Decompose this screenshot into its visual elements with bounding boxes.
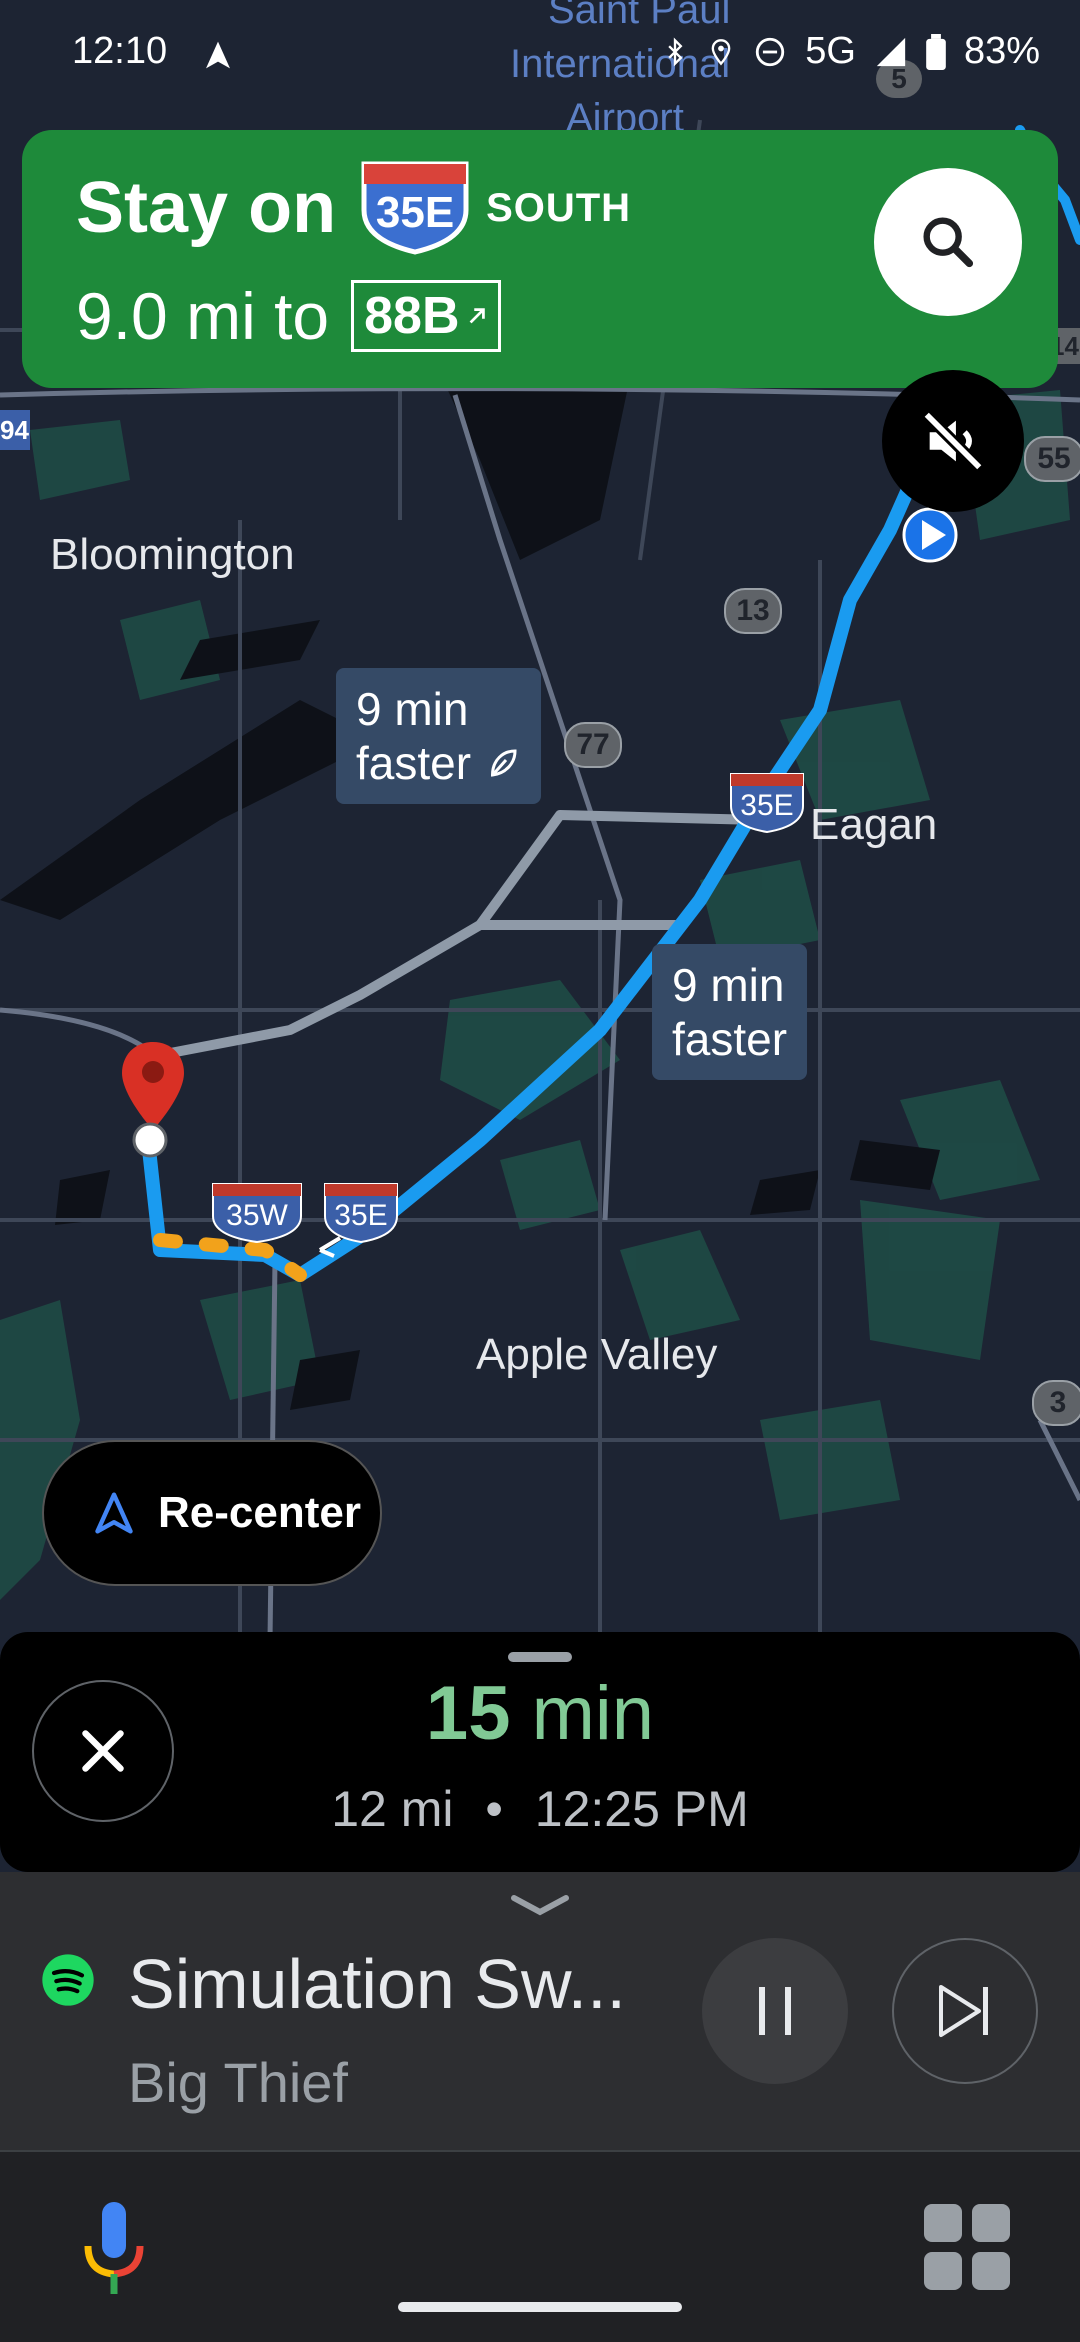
bottom-bar <box>0 2150 1080 2342</box>
bluetooth-icon <box>668 37 683 66</box>
route-badge: 3 <box>1032 1380 1080 1426</box>
network-label: 5G <box>805 30 856 72</box>
recenter-button[interactable]: Re-center <box>42 1440 382 1586</box>
battery-percent: 83% <box>963 30 1040 72</box>
route-badge: 77 <box>564 722 622 768</box>
interstate-shield-icon: 35E <box>360 160 470 256</box>
skip-next-icon <box>939 1985 988 2037</box>
battery-icon <box>926 33 946 70</box>
next-track-button[interactable] <box>892 1938 1038 2084</box>
pause-button[interactable] <box>702 1938 848 2084</box>
arrival-time: 12:25 PM <box>534 1781 749 1837</box>
navigation-banner[interactable]: Stay on 35E SOUTH 9.0 mi to 88B <box>22 130 1058 388</box>
callout-time: 9 min <box>672 959 785 1011</box>
app-grid-icon[interactable] <box>924 2204 1010 2290</box>
do-not-disturb-icon <box>756 37 785 66</box>
route-badge: 94 <box>0 410 30 450</box>
alt-route-callout[interactable]: 9 min faster <box>652 944 808 1080</box>
recenter-label: Re-center <box>158 1488 361 1537</box>
chevron-down-icon[interactable] <box>508 1890 572 1920</box>
artist-name: Big Thief <box>128 2051 348 2114</box>
status-bar: 12:10 5G 83% <box>0 0 1080 110</box>
search-icon <box>923 217 974 268</box>
callout-label: faster <box>356 737 472 789</box>
instruction-text: Stay on <box>76 168 337 248</box>
exit-sign: 88B <box>351 280 501 352</box>
map-label-apple-valley: Apple Valley <box>476 1330 718 1379</box>
route-badge: 55 <box>1024 436 1080 482</box>
navigation-arrow-icon <box>95 1492 133 1534</box>
destination-pin-icon[interactable] <box>118 1040 188 1160</box>
duration-unit: min <box>531 1671 655 1756</box>
map-label-bloomington: Bloomington <box>50 530 295 579</box>
trip-duration: 15 min <box>0 1670 1080 1757</box>
location-icon <box>711 38 731 65</box>
status-icons: 5G 83% <box>661 30 1040 73</box>
pause-icon <box>759 1987 791 2035</box>
media-player[interactable]: Simulation Sw... Big Thief <box>0 1872 1080 2150</box>
signal-icon <box>876 37 906 66</box>
status-time: 12:10 <box>72 30 168 72</box>
trip-summary-sheet[interactable]: 15 min 12 mi • 12:25 PM <box>0 1632 1080 1872</box>
spotify-icon <box>42 1954 94 2006</box>
separator: • <box>485 1781 503 1837</box>
distance-text: 9.0 mi to <box>76 279 330 353</box>
exit-arrow-icon <box>469 308 485 324</box>
song-title: Simulation Sw... <box>128 1945 626 2023</box>
highway-number: 35E <box>375 188 455 237</box>
sound-off-icon <box>922 410 984 472</box>
interstate-shield-35e: 35E <box>322 1182 400 1244</box>
drag-handle[interactable] <box>508 1652 572 1662</box>
mute-button[interactable] <box>882 370 1024 512</box>
direction-text: SOUTH <box>486 185 632 230</box>
search-button[interactable] <box>874 168 1022 316</box>
trip-details: 12 mi • 12:25 PM <box>0 1780 1080 1838</box>
navigation-arrow-icon <box>206 41 230 69</box>
map-label-eagan: Eagan <box>810 800 938 849</box>
exit-number: 88B <box>364 287 460 345</box>
interstate-shield-35w: 35W <box>210 1182 304 1244</box>
microphone-icon[interactable] <box>78 2198 150 2298</box>
callout-time: 9 min <box>356 683 469 735</box>
interstate-shield-35e: 35E <box>728 772 806 834</box>
duration-value: 15 <box>425 1671 511 1756</box>
callout-label: faster <box>672 1013 788 1065</box>
leaf-icon <box>491 749 517 777</box>
alt-route-callout[interactable]: 9 min faster <box>336 668 542 804</box>
trip-distance: 12 mi <box>331 1781 454 1837</box>
route-badge: 13 <box>724 588 782 634</box>
home-indicator[interactable] <box>398 2302 682 2312</box>
